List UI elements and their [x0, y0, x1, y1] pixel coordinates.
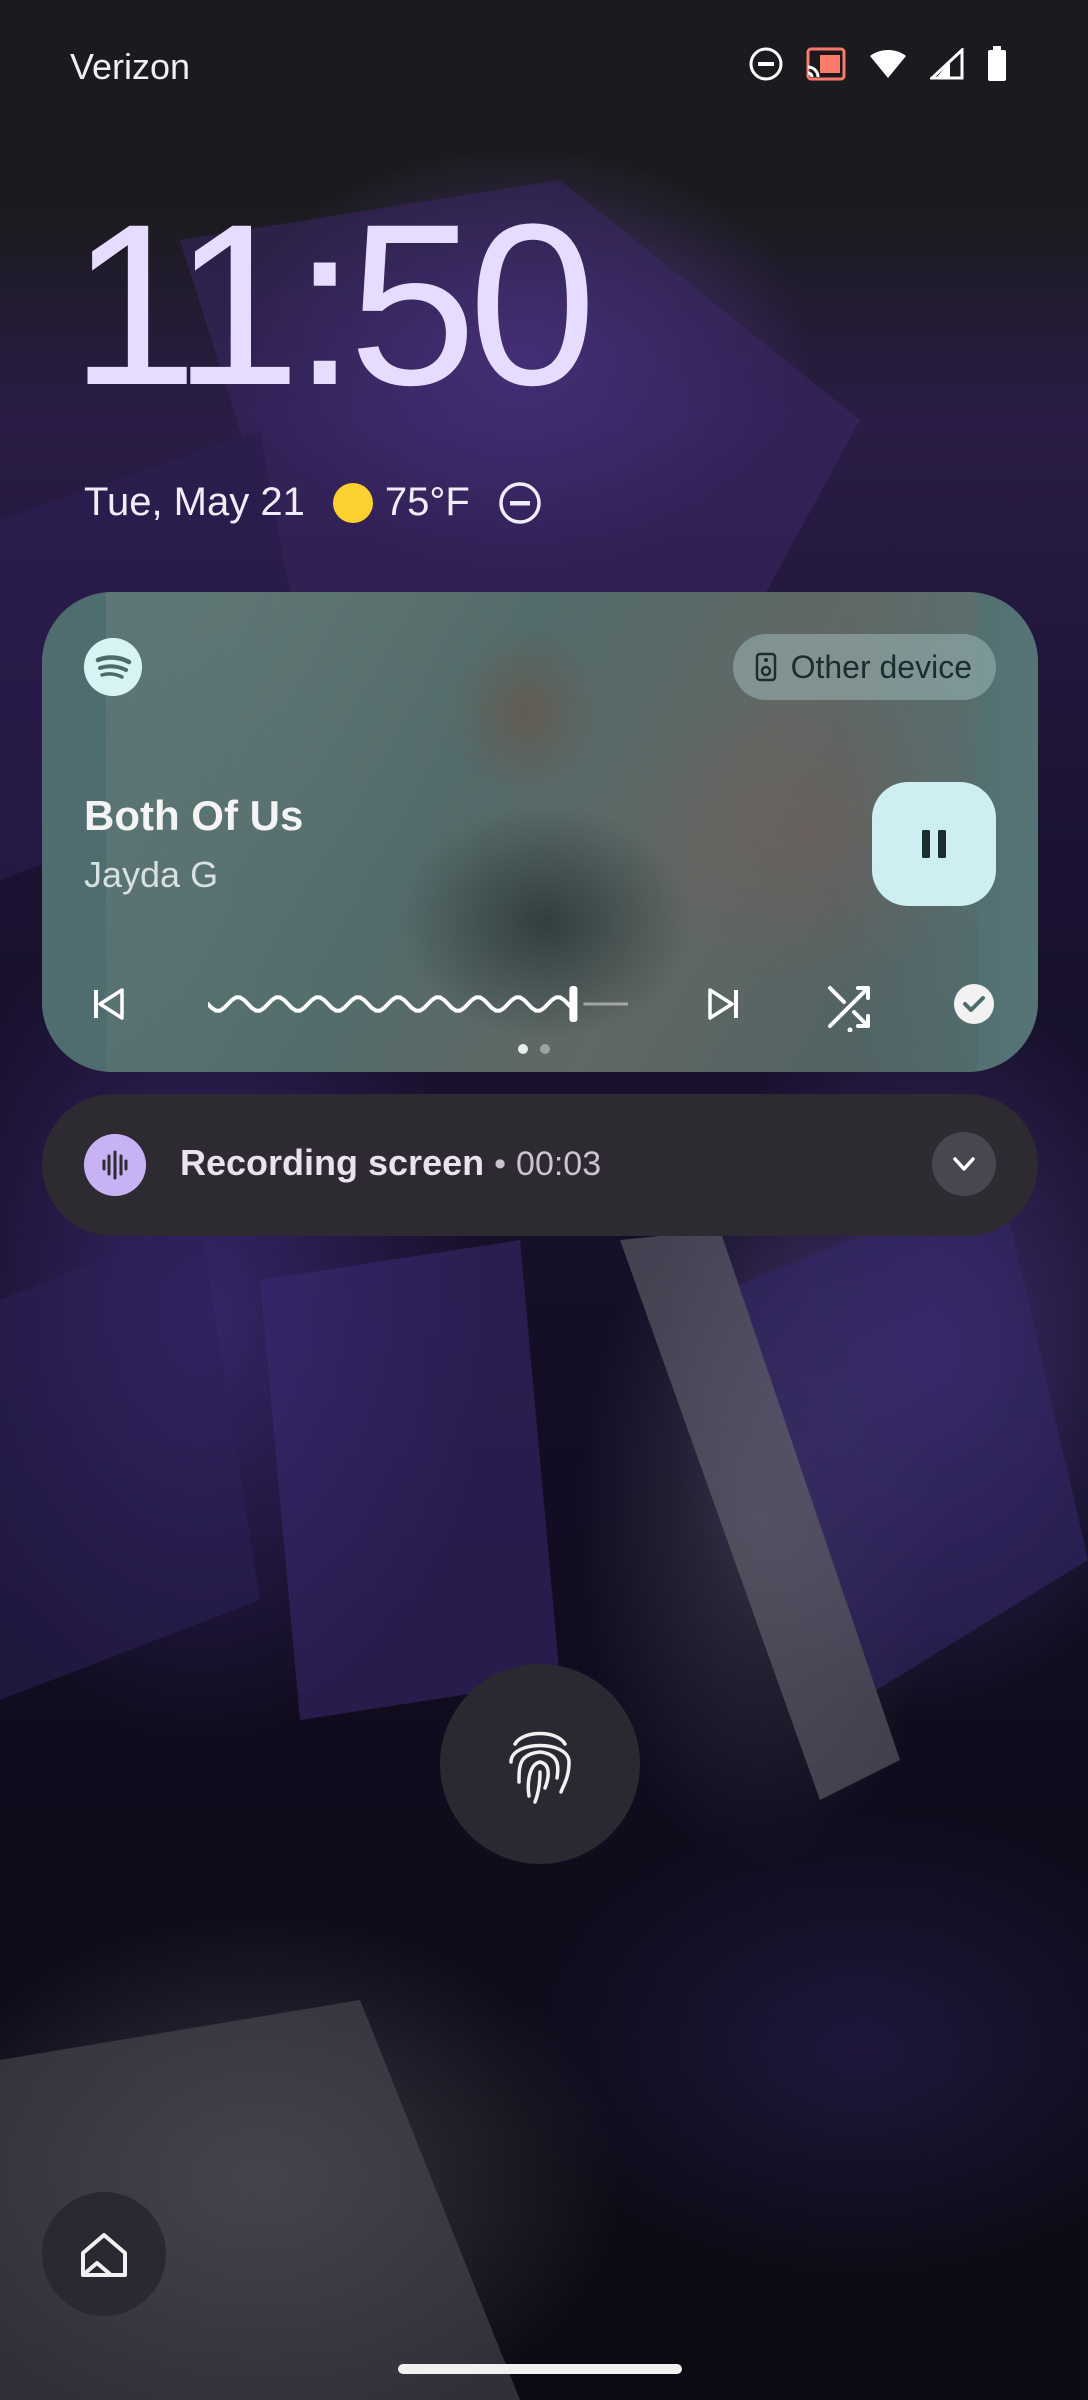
recording-elapsed: 00:03: [516, 1145, 602, 1183]
do-not-disturb-icon: [499, 481, 541, 524]
fingerprint-sensor[interactable]: [440, 1664, 640, 1864]
wifi-icon: [870, 50, 906, 78]
do-not-disturb-icon: [749, 47, 783, 81]
weather[interactable]: 75°F: [332, 480, 470, 525]
track-title: Both Of Us: [84, 792, 304, 839]
pause-button[interactable]: [872, 782, 996, 906]
pause-icon: [922, 830, 946, 858]
signal-icon: [930, 48, 964, 80]
sound-wave-icon: [84, 1134, 146, 1196]
notification-text: Recording screen • 00:03: [180, 1142, 601, 1184]
date-weather-line: Tue, May 21 75°F: [84, 480, 542, 525]
status-icons: [748, 46, 1008, 82]
lockscreen-clock: 11:50: [70, 176, 596, 433]
next-icon[interactable]: [702, 982, 746, 1026]
home-icon: [81, 2233, 127, 2277]
seek-thumb[interactable]: [569, 986, 578, 1022]
media-controls: [42, 982, 1038, 1032]
temperature: 75°F: [384, 480, 470, 524]
page-dot: [540, 1044, 550, 1054]
track-artist: Jayda G: [84, 854, 219, 895]
fingerprint-icon: [509, 1731, 571, 1804]
shuffle-icon[interactable]: [824, 976, 878, 1032]
seek-progress: [208, 995, 574, 1013]
media-page-indicator: [518, 1044, 550, 1054]
queue-check-icon[interactable]: [952, 982, 996, 1026]
previous-icon[interactable]: [86, 982, 130, 1026]
speaker-icon: [755, 652, 776, 682]
carrier-name: Verizon: [70, 46, 191, 87]
sunny-icon: [332, 482, 373, 523]
output-device-chip[interactable]: Other device: [732, 634, 996, 700]
expand-button[interactable]: [932, 1132, 996, 1196]
battery-icon: [988, 46, 1006, 81]
recording-notification[interactable]: Recording screen • 00:03: [42, 1094, 1038, 1236]
spotify-icon[interactable]: [84, 638, 142, 696]
navigation-handle[interactable]: [398, 2364, 682, 2374]
chevron-down-icon: [953, 1157, 975, 1171]
media-player-card[interactable]: Other device Both Of Us Jayda G: [42, 592, 1038, 1072]
notification-title: Recording screen: [180, 1142, 485, 1183]
seek-bar[interactable]: [208, 982, 628, 1026]
date-text: Tue, May 21: [84, 480, 305, 524]
page-dot-active: [518, 1044, 528, 1054]
cast-icon: [806, 47, 846, 81]
notification-separator: •: [494, 1145, 507, 1183]
status-bar: Verizon: [0, 0, 1088, 120]
home-shortcut-button[interactable]: [42, 2192, 166, 2316]
output-device-label: Other device: [790, 648, 972, 685]
